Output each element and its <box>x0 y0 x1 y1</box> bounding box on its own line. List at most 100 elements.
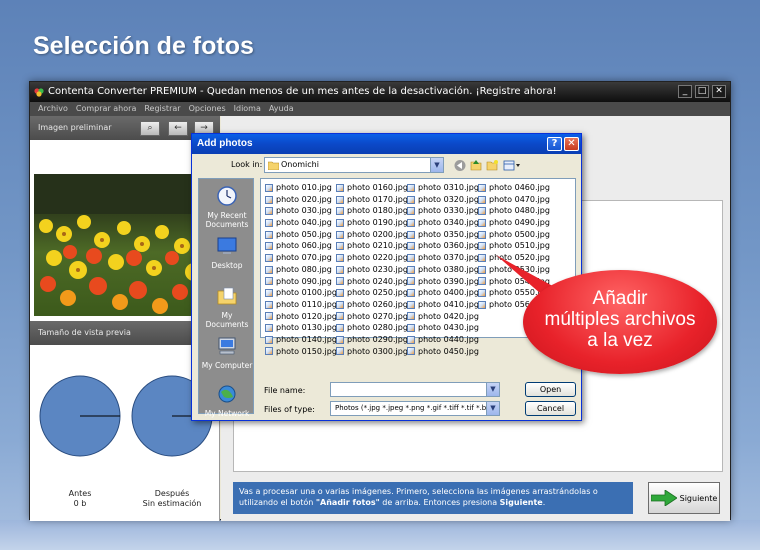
file-item[interactable]: photo 040.jpg <box>265 217 337 229</box>
file-item[interactable]: photo 0440.jpg <box>407 334 479 346</box>
look-in-label: Look in: <box>231 160 263 169</box>
file-item[interactable]: photo 0540.jpg <box>478 276 550 288</box>
file-item[interactable]: photo 050.jpg <box>265 229 337 241</box>
file-item[interactable]: photo 020.jpg <box>265 194 337 206</box>
file-item-label: photo 0390.jpg <box>418 276 479 286</box>
file-name-input[interactable]: ▼ <box>330 382 500 397</box>
jpg-file-icon <box>407 300 415 309</box>
file-item[interactable]: photo 0490.jpg <box>478 217 550 229</box>
place-network[interactable]: My Network <box>199 383 255 418</box>
file-item[interactable]: photo 0160.jpg <box>336 182 408 194</box>
back-icon[interactable] <box>454 160 466 171</box>
file-item[interactable]: photo 0290.jpg <box>336 334 408 346</box>
maximize-button[interactable]: □ <box>695 85 709 98</box>
file-item[interactable]: photo 0450.jpg <box>407 346 479 358</box>
file-item[interactable]: photo 0170.jpg <box>336 194 408 206</box>
file-item[interactable]: photo 0430.jpg <box>407 322 479 334</box>
file-item[interactable]: photo 0210.jpg <box>336 240 408 252</box>
menu-idioma[interactable]: Idioma <box>230 102 265 116</box>
chevron-down-icon[interactable]: ▼ <box>430 158 443 172</box>
place-computer[interactable]: My Computer <box>199 335 255 370</box>
look-in-combo[interactable]: Onomichi ▼ <box>264 157 444 173</box>
menu-comprar[interactable]: Comprar ahora <box>72 102 140 116</box>
file-item[interactable]: photo 0320.jpg <box>407 194 479 206</box>
new-folder-icon[interactable] <box>486 160 498 171</box>
file-item[interactable]: photo 0340.jpg <box>407 217 479 229</box>
file-item[interactable]: photo 0280.jpg <box>336 322 408 334</box>
cancel-button[interactable]: Cancel <box>525 401 576 416</box>
file-item[interactable]: photo 0500.jpg <box>478 229 550 241</box>
callout-line-2: múltiples archivos <box>544 309 696 330</box>
open-button[interactable]: Open <box>525 382 576 397</box>
file-item[interactable]: photo 010.jpg <box>265 182 337 194</box>
menu-archivo[interactable]: Archivo <box>34 102 72 116</box>
place-desktop[interactable]: Desktop <box>199 235 255 270</box>
file-item-label: photo 0330.jpg <box>418 206 479 216</box>
file-item[interactable]: photo 0180.jpg <box>336 205 408 217</box>
menubar: Archivo Comprar ahora Registrar Opciones… <box>30 102 730 116</box>
file-item[interactable]: photo 0530.jpg <box>478 264 550 276</box>
file-item[interactable]: photo 0130.jpg <box>265 322 337 334</box>
menu-ayuda[interactable]: Ayuda <box>265 102 298 116</box>
menu-registrar[interactable]: Registrar <box>140 102 184 116</box>
file-item[interactable]: photo 0460.jpg <box>478 182 550 194</box>
file-item[interactable]: photo 0400.jpg <box>407 287 479 299</box>
file-item[interactable]: photo 0470.jpg <box>478 194 550 206</box>
file-item[interactable]: photo 0370.jpg <box>407 252 479 264</box>
zoom-tool-button[interactable]: ⌕ <box>140 121 160 136</box>
chevron-down-icon[interactable]: ▼ <box>486 383 499 396</box>
file-item[interactable]: photo 0100.jpg <box>265 287 337 299</box>
file-item[interactable]: photo 0310.jpg <box>407 182 479 194</box>
files-of-type-select[interactable]: Photos (*.jpg *.jpeg *.png *.gif *.tiff … <box>330 401 500 416</box>
menu-opciones[interactable]: Opciones <box>185 102 230 116</box>
file-item[interactable]: photo 0520.jpg <box>478 252 550 264</box>
places-bar: My Recent Documents Desktop My Documents… <box>198 178 255 418</box>
jpg-file-icon <box>265 300 273 309</box>
file-item[interactable]: photo 0300.jpg <box>336 346 408 358</box>
file-item-label: photo 0400.jpg <box>418 288 479 298</box>
place-recent[interactable]: My Recent Documents <box>199 185 255 229</box>
file-item[interactable]: photo 0250.jpg <box>336 287 408 299</box>
dialog-close-button[interactable]: ✕ <box>564 137 579 151</box>
prev-image-button[interactable]: ← <box>168 121 188 136</box>
file-item[interactable]: photo 080.jpg <box>265 264 337 276</box>
file-item[interactable]: photo 0330.jpg <box>407 205 479 217</box>
file-item[interactable]: photo 0110.jpg <box>265 299 337 311</box>
file-item[interactable]: photo 0120.jpg <box>265 311 337 323</box>
file-item[interactable]: photo 0360.jpg <box>407 240 479 252</box>
chevron-down-icon[interactable]: ▼ <box>486 402 499 415</box>
help-button[interactable]: ? <box>547 137 562 151</box>
file-item[interactable]: photo 0410.jpg <box>407 299 479 311</box>
file-item[interactable]: photo 0350.jpg <box>407 229 479 241</box>
file-item[interactable]: photo 0510.jpg <box>478 240 550 252</box>
file-item[interactable]: photo 0150.jpg <box>265 346 337 358</box>
file-item[interactable]: photo 0270.jpg <box>336 311 408 323</box>
views-menu-icon[interactable] <box>503 160 520 171</box>
file-item[interactable]: photo 0140.jpg <box>265 334 337 346</box>
file-item[interactable]: photo 0230.jpg <box>336 264 408 276</box>
file-item[interactable]: photo 0220.jpg <box>336 252 408 264</box>
next-button[interactable]: Siguiente <box>648 482 720 514</box>
file-item[interactable]: photo 0480.jpg <box>478 205 550 217</box>
place-documents[interactable]: My Documents <box>199 285 255 329</box>
file-item[interactable]: photo 070.jpg <box>265 252 337 264</box>
files-of-type-value: Photos (*.jpg *.jpeg *.png *.gif *.tiff … <box>335 404 500 412</box>
file-item[interactable]: photo 0390.jpg <box>407 276 479 288</box>
file-item[interactable]: photo 090.jpg <box>265 276 337 288</box>
minimize-button[interactable]: _ <box>678 85 692 98</box>
file-item-label: photo 0270.jpg <box>347 311 408 321</box>
file-item-label: photo 090.jpg <box>276 276 332 286</box>
file-item[interactable]: photo 060.jpg <box>265 240 337 252</box>
before-label: Antes <box>68 489 92 498</box>
file-item-label: photo 0300.jpg <box>347 346 408 356</box>
file-item[interactable]: photo 0420.jpg <box>407 311 479 323</box>
file-item[interactable]: photo 0190.jpg <box>336 217 408 229</box>
up-folder-icon[interactable] <box>470 160 482 171</box>
file-item[interactable]: photo 0260.jpg <box>336 299 408 311</box>
jpg-file-icon <box>478 265 486 274</box>
close-button[interactable]: ✕ <box>712 85 726 98</box>
file-item[interactable]: photo 0380.jpg <box>407 264 479 276</box>
file-item[interactable]: photo 0200.jpg <box>336 229 408 241</box>
file-item[interactable]: photo 030.jpg <box>265 205 337 217</box>
file-item[interactable]: photo 0240.jpg <box>336 276 408 288</box>
